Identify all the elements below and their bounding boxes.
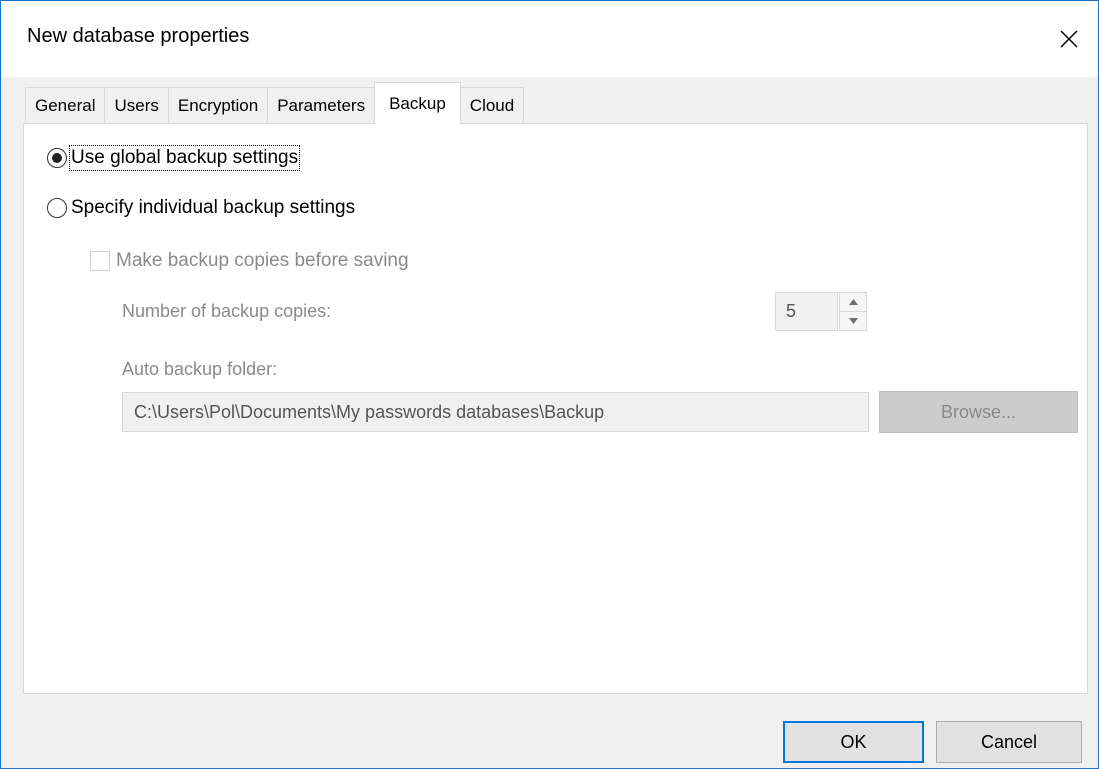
tab-backup[interactable]: Backup	[374, 82, 461, 124]
tab-strip: General Users Encryption Parameters Back…	[25, 82, 525, 124]
dialog-window: New database properties General Users En…	[0, 0, 1099, 769]
make-backup-copies-option[interactable]: Make backup copies before saving	[90, 250, 409, 272]
tab-users[interactable]: Users	[104, 87, 169, 124]
use-global-backup-radio[interactable]	[47, 148, 67, 168]
tab-encryption[interactable]: Encryption	[167, 87, 269, 124]
close-icon	[1060, 30, 1078, 48]
title-bar: New database properties	[1, 1, 1098, 77]
dialog-title: New database properties	[27, 25, 250, 47]
close-button[interactable]	[1040, 1, 1098, 77]
make-backup-copies-checkbox[interactable]	[90, 251, 110, 271]
spin-up-button[interactable]	[839, 292, 867, 312]
specify-individual-backup-radio[interactable]	[47, 198, 67, 218]
tab-general[interactable]: General	[25, 87, 106, 124]
specify-individual-backup-option[interactable]: Specify individual backup settings	[47, 197, 355, 219]
specify-individual-backup-label: Specify individual backup settings	[71, 197, 356, 218]
backup-copies-count-label: Number of backup copies:	[122, 301, 332, 321]
cancel-button[interactable]: Cancel	[936, 721, 1082, 763]
backup-copies-spinner	[839, 292, 867, 331]
use-global-backup-label: Use global backup settings	[68, 145, 301, 171]
chevron-down-icon	[848, 318, 858, 324]
make-backup-copies-label: Make backup copies before saving	[116, 250, 409, 271]
browse-button[interactable]: Browse...	[879, 391, 1078, 433]
spin-down-button[interactable]	[839, 312, 867, 331]
tab-cloud[interactable]: Cloud	[459, 87, 525, 124]
backup-copies-count-input[interactable]: 5	[775, 292, 838, 331]
auto-backup-folder-label: Auto backup folder:	[122, 359, 278, 379]
chevron-up-icon	[848, 299, 858, 305]
auto-backup-folder-input[interactable]: C:\Users\Pol\Documents\My passwords data…	[122, 392, 869, 432]
use-global-backup-option[interactable]: Use global backup settings	[47, 145, 301, 171]
tab-parameters[interactable]: Parameters	[267, 87, 376, 124]
ok-button[interactable]: OK	[783, 721, 924, 763]
